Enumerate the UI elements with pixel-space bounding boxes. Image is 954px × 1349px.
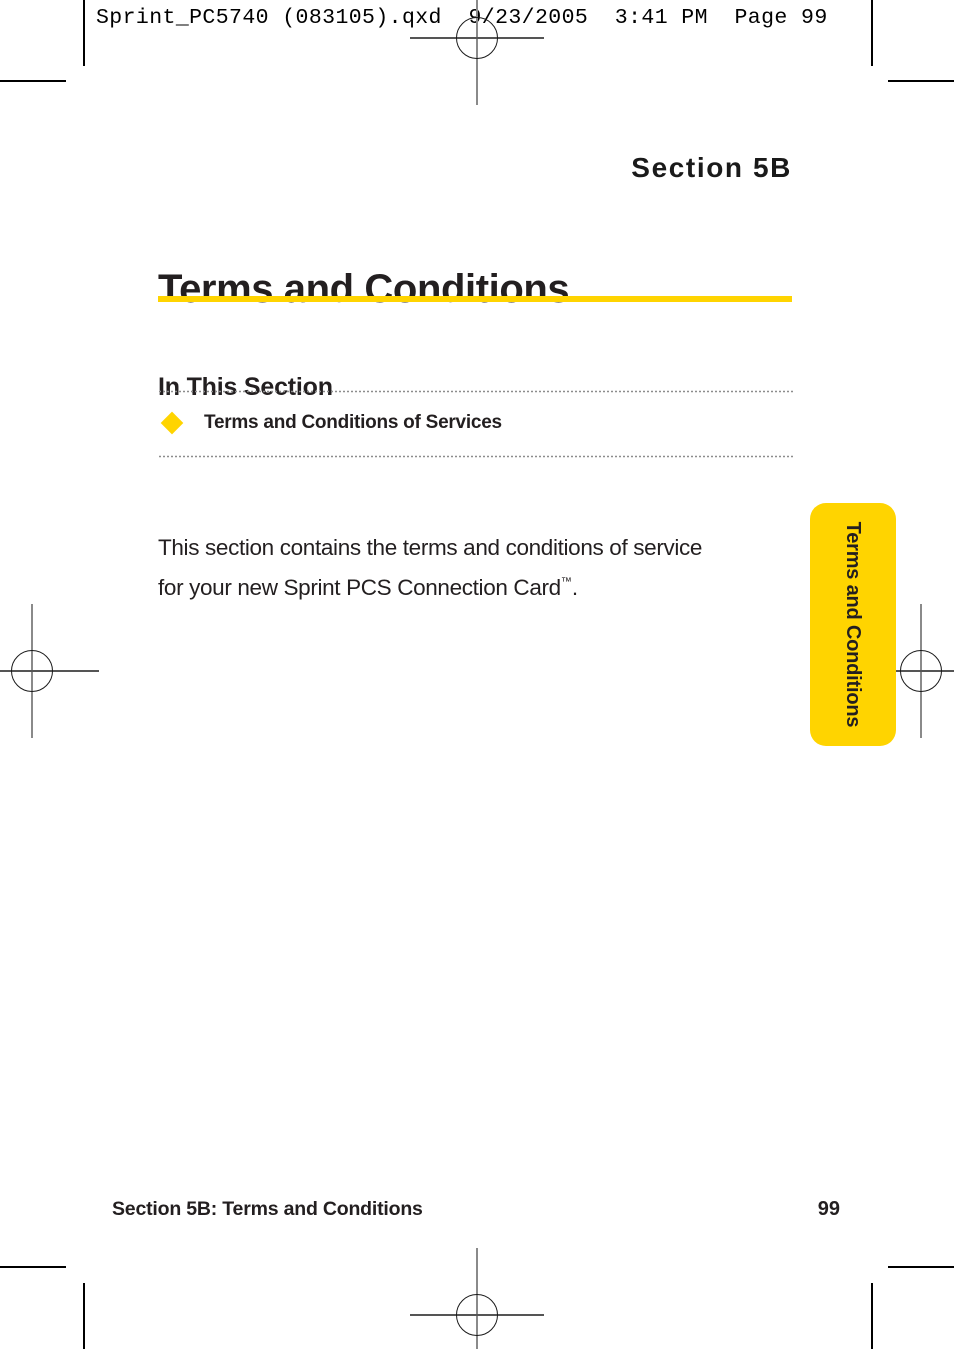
intro-period: . <box>571 574 578 600</box>
diamond-bullet-icon <box>160 411 184 435</box>
section-eyebrow: Section 5B <box>631 152 792 183</box>
page-content: Section 5B Terms and Conditions In This … <box>0 0 954 1349</box>
page-canvas: Sprint_PC5740 (083105).qxd 9/23/2005 3:4… <box>0 0 954 1349</box>
toc-entry-label: Terms and Conditions of Services <box>204 412 502 433</box>
title-accent-rule <box>158 296 792 302</box>
dotted-rule-top <box>158 390 794 393</box>
intro-line-1: This section contains the terms and cond… <box>158 534 703 560</box>
page-title: Terms and Conditions <box>158 266 570 311</box>
intro-paragraph: This section contains the terms and cond… <box>158 531 758 605</box>
in-this-section-heading: In This Section <box>158 372 333 401</box>
footer-section-label: Section 5B: Terms and Conditions <box>112 1198 423 1220</box>
footer-page-number: 99 <box>817 1198 840 1220</box>
side-thumb-tab-label: Terms and Conditions <box>842 521 865 728</box>
side-thumb-tab: Terms and Conditions <box>810 503 896 746</box>
toc-entry[interactable]: Terms and Conditions of Services <box>158 411 502 435</box>
intro-line-2: for your new Sprint PCS Connection Card <box>158 574 561 600</box>
dotted-rule-bottom <box>158 455 794 458</box>
trademark-symbol: ™ <box>560 575 572 588</box>
